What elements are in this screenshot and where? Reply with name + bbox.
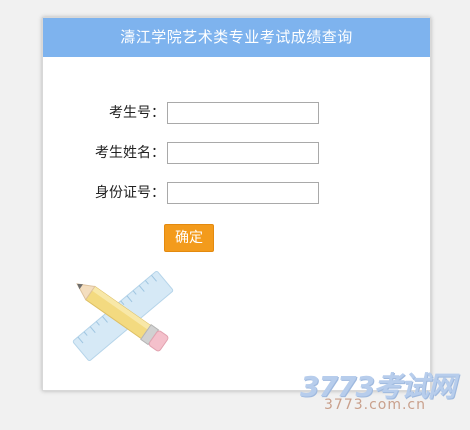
- page-title: 濤江学院艺术类专业考试成绩查询: [43, 18, 430, 57]
- candidate-name-row: 考生姓名：: [43, 142, 430, 164]
- confirm-button[interactable]: 确定: [164, 224, 214, 252]
- site-watermark: 3773考试网 3773.com.cn: [296, 365, 466, 425]
- query-card: 濤江学院艺术类专业考试成绩查询 考生号： 考生姓名： 身份证号： 确定: [42, 17, 431, 391]
- id-number-label: 身份证号：: [95, 185, 165, 201]
- id-number-input[interactable]: [167, 182, 319, 204]
- query-form: 考生号： 考生姓名： 身份证号：: [43, 102, 430, 222]
- candidate-name-input[interactable]: [167, 142, 319, 164]
- watermark-url: 3773.com.cn: [324, 397, 426, 413]
- pencil-ruler-icon: [72, 271, 174, 361]
- exam-number-row: 考生号：: [43, 102, 430, 124]
- candidate-name-label: 考生姓名：: [95, 145, 165, 161]
- exam-number-label: 考生号：: [109, 105, 165, 121]
- id-number-row: 身份证号：: [43, 182, 430, 204]
- exam-number-input[interactable]: [167, 102, 319, 124]
